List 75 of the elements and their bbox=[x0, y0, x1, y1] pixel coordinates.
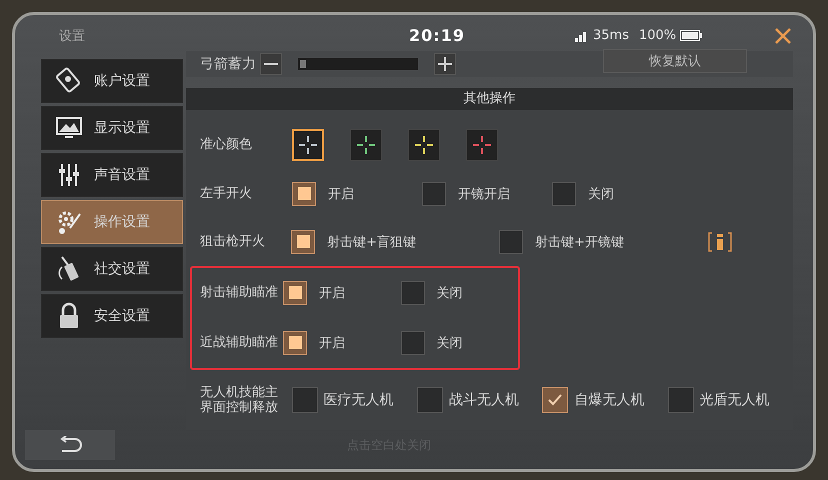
setting-label: 射击辅助瞄准 bbox=[200, 285, 279, 300]
info-button[interactable] bbox=[707, 230, 733, 253]
window-title: 设置 bbox=[59, 28, 86, 45]
checkbox-option[interactable]: 医疗无人机 bbox=[292, 386, 417, 413]
radio-box[interactable] bbox=[283, 280, 308, 305]
crosshair-color-swatch[interactable] bbox=[292, 128, 324, 161]
radio-box[interactable] bbox=[291, 230, 316, 254]
sidebar-tab[interactable]: 声音设置 bbox=[41, 152, 183, 197]
checkbox[interactable] bbox=[668, 386, 694, 413]
decrease-button[interactable] bbox=[260, 52, 282, 75]
option-label: 自爆无人机 bbox=[574, 390, 644, 409]
battery-icon bbox=[680, 30, 702, 42]
option-label: 战斗无人机 bbox=[448, 390, 519, 409]
setting-label: 准心颜色 bbox=[200, 137, 253, 152]
setting-label: 左手开火 bbox=[200, 186, 253, 202]
radio-option[interactable]: 开启 bbox=[292, 182, 422, 206]
radio-box[interactable] bbox=[400, 330, 425, 355]
radio-box[interactable] bbox=[292, 182, 316, 206]
setting-label: 狙击枪开火 bbox=[200, 234, 266, 250]
option-label: 开启 bbox=[319, 284, 346, 302]
setting-label: 无人机技能主界面控制释放 bbox=[200, 384, 279, 415]
increase-button[interactable] bbox=[434, 52, 456, 75]
option-label: 关闭 bbox=[436, 284, 463, 302]
option-label: 开启 bbox=[328, 186, 354, 203]
radio-option[interactable]: 开启 bbox=[283, 280, 401, 305]
checkbox[interactable] bbox=[542, 386, 568, 413]
sidebar-tab[interactable]: 账户设置 bbox=[41, 58, 183, 103]
crosshair-color-swatch[interactable] bbox=[350, 128, 382, 161]
check-icon bbox=[547, 392, 564, 407]
section-header: 其他操作 bbox=[186, 88, 793, 110]
plus-icon bbox=[438, 56, 452, 71]
radio-box[interactable] bbox=[400, 280, 425, 305]
checkbox-option[interactable]: 战斗无人机 bbox=[416, 386, 542, 413]
radio-option[interactable]: 开镜开启 bbox=[422, 182, 552, 206]
sidebar-tab[interactable]: 社交设置 bbox=[41, 246, 183, 291]
radio-box[interactable] bbox=[499, 230, 524, 254]
option-label: 射击键+盲狙键 bbox=[327, 234, 416, 251]
option-label: 开启 bbox=[319, 334, 346, 352]
option-label: 射击键+开镜键 bbox=[535, 234, 624, 251]
minus-icon bbox=[264, 62, 278, 65]
sidebar-tab[interactable]: 操作设置 bbox=[41, 200, 183, 244]
option-label: 医疗无人机 bbox=[324, 390, 394, 409]
crosshair-color-swatch[interactable] bbox=[408, 128, 440, 161]
radio-box[interactable] bbox=[552, 182, 576, 206]
signal-icon bbox=[575, 30, 589, 42]
radio-option[interactable]: 射击键+盲狙键 bbox=[291, 230, 500, 254]
close-icon bbox=[773, 26, 793, 46]
info-icon bbox=[707, 230, 733, 253]
radio-option[interactable]: 关闭 bbox=[400, 330, 518, 355]
setting-label: 弓箭蓄力 bbox=[200, 54, 256, 73]
radio-option[interactable]: 关闭 bbox=[400, 280, 518, 305]
radio-option[interactable]: 关闭 bbox=[552, 182, 682, 206]
radio-option[interactable]: 射击键+开镜键 bbox=[499, 230, 707, 254]
reset-default-button[interactable]: 恢复默认 bbox=[603, 48, 747, 73]
checkbox[interactable] bbox=[416, 386, 443, 413]
slider-track[interactable] bbox=[298, 58, 418, 70]
crosshair-color-swatch[interactable] bbox=[466, 128, 498, 161]
option-label: 光盾无人机 bbox=[700, 390, 770, 409]
back-arrow-icon bbox=[58, 436, 82, 454]
option-label: 关闭 bbox=[436, 334, 463, 352]
setting-label: 近战辅助瞄准 bbox=[200, 335, 279, 350]
radio-box[interactable] bbox=[283, 330, 308, 355]
checkbox-option[interactable]: 自爆无人机 bbox=[542, 386, 668, 413]
radio-box[interactable] bbox=[422, 182, 446, 206]
checkbox-option[interactable]: 光盾无人机 bbox=[668, 386, 794, 413]
sidebar-tab[interactable]: 显示设置 bbox=[41, 106, 183, 150]
ping-text: 35ms bbox=[593, 28, 629, 44]
option-label: 关闭 bbox=[588, 186, 614, 203]
battery-text: 100% bbox=[638, 28, 676, 44]
sidebar-tab[interactable]: 安全设置 bbox=[41, 294, 183, 338]
option-label: 开镜开启 bbox=[458, 186, 510, 203]
clock-time: 20:19 bbox=[408, 26, 466, 46]
checkbox[interactable] bbox=[292, 386, 318, 413]
back-button[interactable] bbox=[25, 430, 115, 460]
radio-option[interactable]: 开启 bbox=[283, 330, 401, 355]
